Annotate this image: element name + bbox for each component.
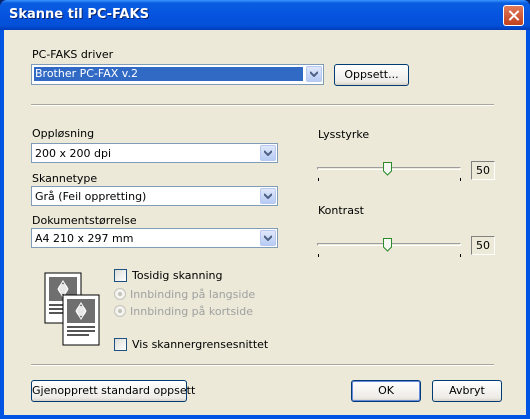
duplex-documents-icon (44, 272, 100, 346)
contrast-label: Kontrast (318, 204, 364, 217)
short-edge-label: Innbinding på kortside (130, 305, 253, 318)
resolution-label: Oppløsning (32, 127, 95, 140)
dialog-body: PC-FAKS driver Brother PC-FAX v.2 Oppset… (4, 30, 526, 415)
ok-button[interactable]: OK (351, 380, 421, 402)
chevron-down-icon[interactable] (306, 66, 322, 82)
scan-type-select[interactable]: Grå (Feil oppretting) (31, 186, 278, 206)
restore-defaults-button[interactable]: Gjenopprett standard oppsett (31, 380, 195, 402)
duplex-label: Tosidig skanning (132, 269, 223, 282)
separator-top (31, 104, 494, 106)
brightness-value: 50 (471, 161, 495, 180)
cancel-button[interactable]: Avbryt (432, 380, 502, 402)
radio-short-edge[interactable] (114, 305, 126, 317)
contrast-slider-thumb[interactable] (383, 238, 392, 252)
separator-bottom (31, 364, 494, 366)
dialog-window: Skanne til PC-FAKS PC-FAKS driver Brothe… (0, 0, 530, 419)
contrast-tick (460, 254, 461, 257)
brightness-tick (318, 178, 319, 181)
show-interface-checkbox[interactable] (114, 338, 127, 351)
driver-label: PC-FAKS driver (32, 48, 114, 61)
setup-button[interactable]: Oppsett... (334, 64, 409, 86)
close-button[interactable] (503, 5, 524, 26)
contrast-tick (318, 254, 319, 257)
contrast-value: 50 (471, 236, 495, 255)
long-edge-label: Innbinding på langside (130, 288, 256, 301)
doc-size-value: A4 210 x 297 mm (35, 232, 134, 245)
chevron-down-icon[interactable] (260, 188, 276, 204)
resolution-value: 200 x 200 dpi (35, 147, 112, 160)
brightness-slider-thumb[interactable] (383, 162, 392, 176)
scan-type-label: Skannetype (32, 172, 98, 185)
brightness-label: Lysstyrke (318, 128, 370, 141)
doc-size-label: Dokumentstørrelse (32, 214, 137, 227)
driver-value: Brother PC-FAX v.2 (34, 67, 303, 81)
window-title: Skanne til PC-FAKS (9, 7, 149, 22)
show-interface-label: Vis skannergrensesnittet (132, 338, 269, 351)
scan-type-value: Grå (Feil oppretting) (35, 190, 147, 203)
chevron-down-icon[interactable] (260, 145, 276, 161)
doc-size-select[interactable]: A4 210 x 297 mm (31, 228, 278, 248)
brightness-tick (460, 178, 461, 181)
radio-long-edge[interactable] (114, 288, 126, 300)
driver-select[interactable]: Brother PC-FAX v.2 (31, 64, 324, 85)
title-bar[interactable]: Skanne til PC-FAKS (0, 0, 530, 30)
duplex-checkbox[interactable] (114, 269, 127, 282)
resolution-select[interactable]: 200 x 200 dpi (31, 143, 278, 163)
chevron-down-icon[interactable] (260, 230, 276, 246)
